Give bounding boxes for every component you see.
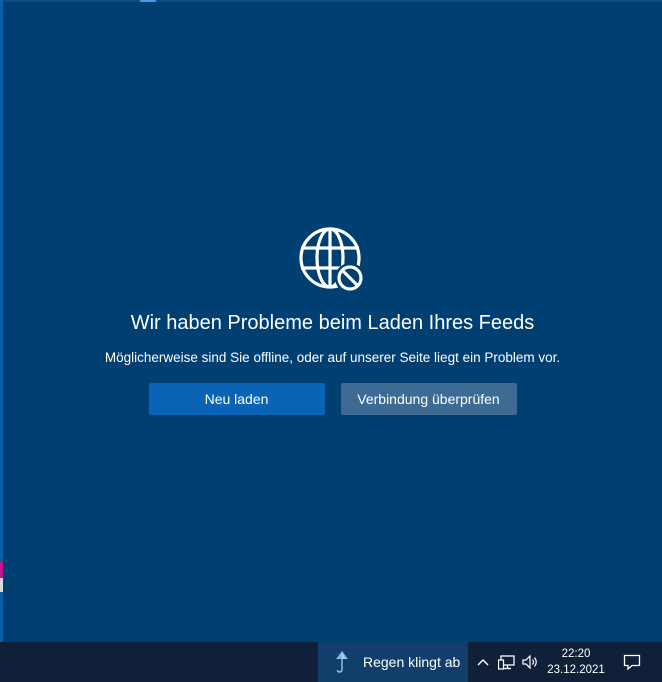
news-feed-panel: Wir haben Probleme beim Laden Ihres Feed… (3, 2, 662, 642)
error-actions: Neu laden Verbindung überprüfen (148, 383, 517, 415)
speaker-icon[interactable] (521, 653, 541, 671)
chevron-up-icon[interactable] (476, 654, 490, 670)
weather-widget[interactable]: Regen klingt ab (318, 642, 468, 682)
globe-blocked-icon (298, 227, 365, 293)
weather-text: Regen klingt ab (363, 654, 461, 670)
clock-time: 22:20 (561, 648, 591, 660)
check-connection-button[interactable]: Verbindung überprüfen (340, 383, 517, 415)
clock-date: 23.12.2021 (547, 664, 605, 676)
reload-button[interactable]: Neu laden (148, 383, 325, 415)
umbrella-rain-icon (336, 651, 348, 673)
error-title: Wir haben Probleme beim Laden Ihres Feed… (130, 312, 535, 334)
feed-error-message: Wir haben Probleme beim Laden Ihres Feed… (3, 227, 662, 415)
error-description: Möglicherweise sind Sie offline, oder au… (104, 350, 561, 365)
taskbar: Regen klingt ab 22:20 23.12.2021 (0, 642, 662, 682)
taskbar-clock[interactable]: 22:20 23.12.2021 (545, 642, 607, 682)
taskbar-apps-area[interactable] (0, 642, 318, 682)
action-center-icon[interactable] (614, 642, 650, 682)
network-icon[interactable] (498, 653, 516, 671)
